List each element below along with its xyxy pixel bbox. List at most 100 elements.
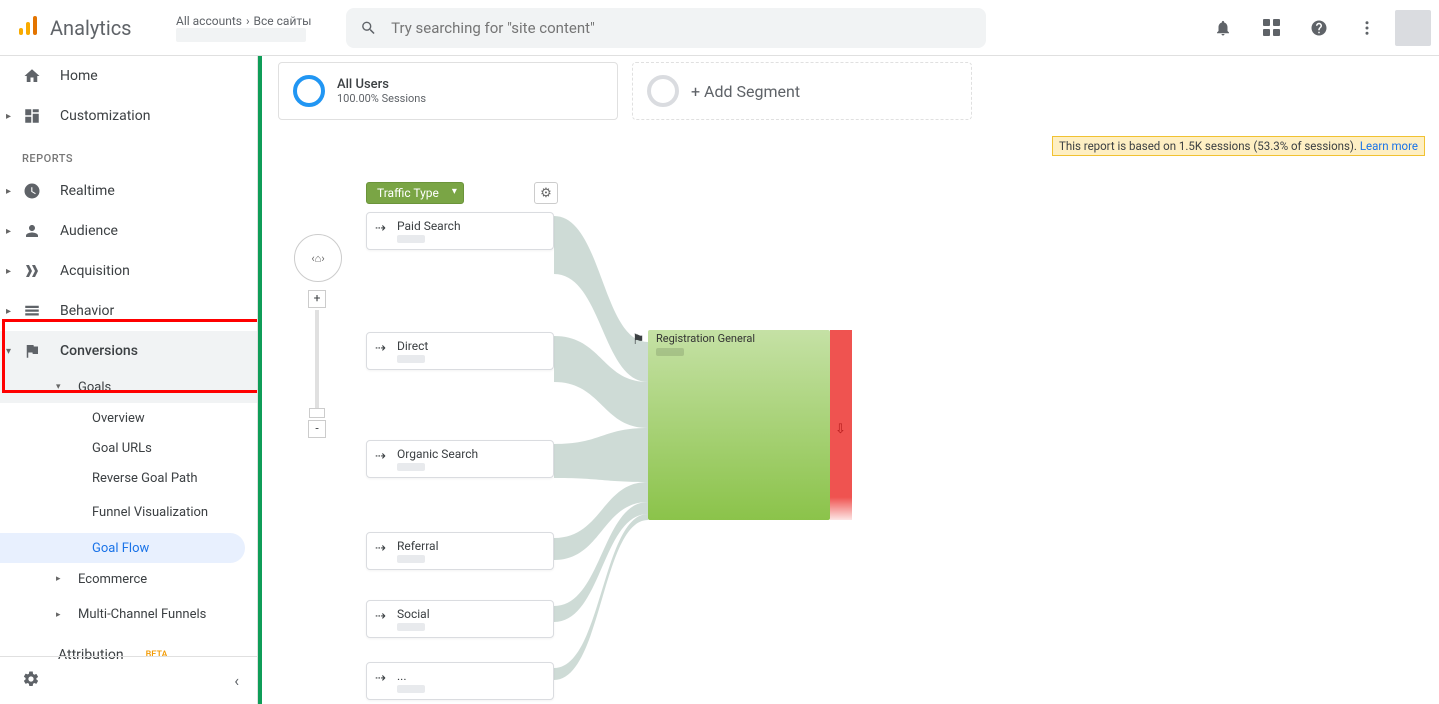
sub-item-funnel-visualization[interactable]: Funnel Visualization bbox=[0, 493, 257, 533]
search-bar[interactable] bbox=[346, 8, 986, 48]
collapse-sidebar-button[interactable]: ‹ bbox=[234, 671, 239, 690]
sampling-banner: This report is based on 1.5K sessions (5… bbox=[1052, 136, 1425, 156]
source-label: Social bbox=[397, 607, 430, 621]
help-button[interactable] bbox=[1299, 8, 1339, 48]
reports-section-label: REPORTS bbox=[0, 136, 257, 171]
segment-sub: 100.00% Sessions bbox=[337, 92, 426, 105]
flow-source-node[interactable]: ⇢Referral bbox=[366, 532, 554, 570]
sub-item-multi-channel[interactable]: ▸ Multi-Channel Funnels bbox=[0, 595, 257, 635]
sub-label: Goals bbox=[66, 380, 111, 395]
goal-value-placeholder bbox=[656, 348, 684, 356]
sidebar-item-conversions[interactable]: ▾ Conversions bbox=[0, 331, 257, 371]
sidebar-footer: ‹ bbox=[0, 656, 257, 704]
sub-label: Multi-Channel Funnels bbox=[66, 607, 206, 623]
search-icon bbox=[360, 19, 377, 37]
sidebar-item-home[interactable]: Home bbox=[0, 56, 257, 96]
apps-button[interactable] bbox=[1251, 8, 1291, 48]
flow-source-node[interactable]: ⇢ Social bbox=[366, 600, 554, 638]
chevron-right-icon: ▸ bbox=[6, 226, 11, 237]
sidebar-item-customization[interactable]: ▸ Customization bbox=[0, 96, 257, 136]
logo-area[interactable]: Analytics bbox=[0, 14, 160, 42]
nav-label: Acquisition bbox=[60, 263, 130, 279]
zoom-slider[interactable] bbox=[315, 310, 319, 418]
sub-item-ecommerce[interactable]: ▸ Ecommerce bbox=[0, 563, 257, 595]
flow-settings-button[interactable]: ⚙ bbox=[534, 182, 558, 204]
source-label: Referral bbox=[397, 539, 439, 553]
search-input[interactable] bbox=[391, 19, 972, 37]
nav-label: Conversions bbox=[60, 343, 138, 359]
more-vert-icon bbox=[1358, 19, 1376, 37]
arrow-icon: ⇢ bbox=[375, 221, 386, 236]
sidebar: Home ▸ Customization REPORTS ▸ Realtime … bbox=[0, 56, 258, 704]
nav-label: Customization bbox=[60, 108, 150, 124]
clock-icon bbox=[22, 182, 42, 200]
flow-source-node[interactable]: ⇢... bbox=[366, 662, 554, 700]
notifications-button[interactable] bbox=[1203, 8, 1243, 48]
flag-icon: ⚑ bbox=[632, 332, 645, 348]
chevron-right-icon: ▸ bbox=[6, 186, 11, 197]
chevron-right-icon: ▸ bbox=[6, 111, 11, 122]
nav-label: Realtime bbox=[60, 183, 115, 199]
breadcrumb-site: Все сайты bbox=[254, 14, 312, 28]
sidebar-item-audience[interactable]: ▸ Audience bbox=[0, 211, 257, 251]
chevron-down-icon: ▾ bbox=[56, 382, 61, 392]
chevron-right-icon: ▸ bbox=[6, 306, 11, 317]
avatar[interactable] bbox=[1395, 10, 1431, 46]
chevron-down-icon: ▾ bbox=[6, 346, 11, 357]
learn-more-link[interactable]: Learn more bbox=[1360, 139, 1418, 153]
sub-label: Goal URLs bbox=[92, 441, 152, 456]
flow-source-node[interactable]: ⇢ Organic Search bbox=[366, 440, 554, 478]
sidebar-item-behavior[interactable]: ▸ Behavior bbox=[0, 291, 257, 331]
source-label: Paid Search bbox=[397, 219, 461, 233]
apps-icon bbox=[1263, 19, 1280, 36]
sub-item-reverse-goal-path[interactable]: Reverse Goal Path bbox=[0, 463, 257, 493]
chevron-right-icon: › bbox=[246, 14, 250, 28]
main-area: All Users 100.00% Sessions + Add Segment… bbox=[258, 56, 1439, 704]
ga-logo-icon bbox=[16, 14, 40, 42]
sub-item-goal-flow[interactable]: Goal Flow bbox=[0, 533, 245, 563]
flow-nav-control[interactable]: ‹ ⌂ › bbox=[294, 234, 342, 282]
dimension-selector[interactable]: Traffic Type bbox=[366, 182, 464, 204]
sub-label: Funnel Visualization bbox=[92, 505, 208, 521]
person-icon bbox=[22, 222, 42, 240]
banner-text: This report is based on 1.5K sessions (5… bbox=[1059, 139, 1360, 153]
source-label: Organic Search bbox=[397, 447, 478, 461]
drop-off-arrow-icon: ⇩ bbox=[835, 422, 846, 437]
brand-text: Analytics bbox=[50, 16, 132, 40]
bell-icon bbox=[1214, 19, 1232, 37]
sub-item-goals[interactable]: ▾ Goals bbox=[0, 371, 257, 403]
breadcrumb[interactable]: All accounts › Все сайты bbox=[168, 10, 338, 46]
sub-item-goal-urls[interactable]: Goal URLs bbox=[0, 433, 257, 463]
sidebar-item-realtime[interactable]: ▸ Realtime bbox=[0, 171, 257, 211]
source-value-placeholder bbox=[397, 555, 425, 563]
more-button[interactable] bbox=[1347, 8, 1387, 48]
green-edge-indicator bbox=[258, 56, 262, 704]
admin-gear-button[interactable] bbox=[22, 670, 40, 692]
sidebar-item-acquisition[interactable]: ▸ Acquisition bbox=[0, 251, 257, 291]
home-icon bbox=[22, 67, 42, 85]
goal-node[interactable]: ⚑ Registration General bbox=[648, 330, 830, 520]
arrow-icon: ⇢ bbox=[375, 609, 386, 624]
flow-canvas: Traffic Type ⚙ ‹ ⌂ › + - ⇢ Paid Search ⇢ Di… bbox=[272, 182, 1425, 702]
zoom-handle[interactable] bbox=[309, 408, 325, 418]
zoom-in-button[interactable]: + bbox=[308, 290, 326, 308]
nav-label: Home bbox=[60, 68, 98, 84]
breadcrumb-sub-placeholder bbox=[176, 28, 306, 42]
sub-label: Overview bbox=[92, 411, 145, 426]
home-icon: ⌂ bbox=[315, 252, 322, 265]
segment-all-users[interactable]: All Users 100.00% Sessions bbox=[278, 62, 618, 120]
source-value-placeholder bbox=[397, 235, 425, 243]
flow-source-node[interactable]: ⇢ Direct bbox=[366, 332, 554, 370]
chevron-right-icon: ▸ bbox=[6, 266, 11, 277]
nav-label: Audience bbox=[60, 223, 118, 239]
sub-item-overview[interactable]: Overview bbox=[0, 403, 257, 433]
add-segment-button[interactable]: + Add Segment bbox=[632, 62, 972, 120]
arrow-icon: ⇢ bbox=[375, 671, 386, 686]
source-label: Direct bbox=[397, 339, 428, 353]
arrow-icon: ⇢ bbox=[375, 341, 386, 356]
behavior-icon bbox=[22, 302, 42, 320]
zoom-out-button[interactable]: - bbox=[308, 420, 326, 438]
segment-circle-icon bbox=[647, 75, 679, 107]
arrow-icon: ⇢ bbox=[375, 449, 386, 464]
flow-source-node[interactable]: ⇢ Paid Search bbox=[366, 212, 554, 250]
